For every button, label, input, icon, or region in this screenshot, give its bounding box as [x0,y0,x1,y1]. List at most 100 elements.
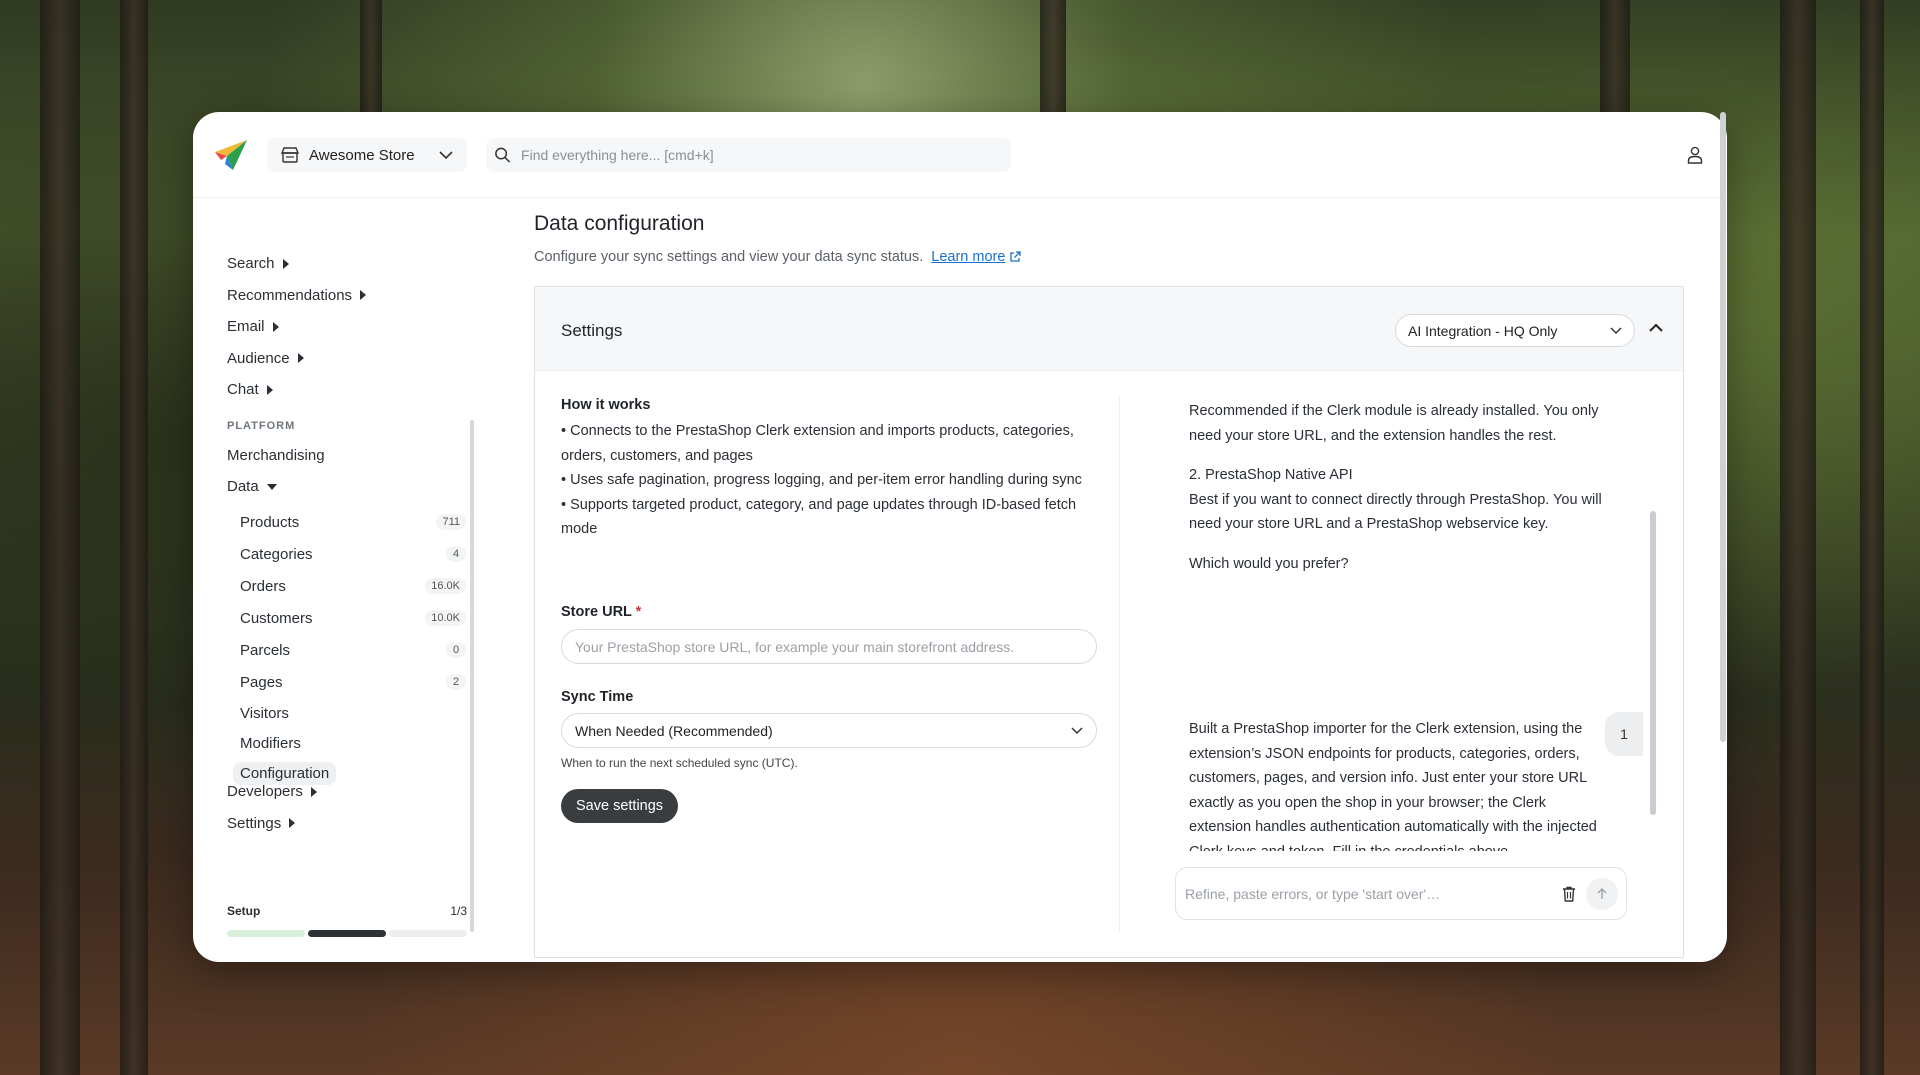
background-tree [1040,0,1066,112]
background-tree [1860,0,1884,1075]
integration-select[interactable]: AI Integration - HQ Only [1395,314,1635,347]
message-paragraph: 2. PrestaShop Native API [1189,467,1353,483]
settings-card-title: Settings [561,321,623,340]
sidebar-item-recommendations[interactable]: Recommendations [227,280,367,312]
count-badge: 10.0K [425,610,466,626]
sidebar-scrollbar[interactable] [470,420,474,932]
how-it-works-list: • Connects to the PrestaShop Clerk exten… [561,419,1097,542]
sidebar-item-label: Chat [227,381,259,399]
setup-progress[interactable]: Setup 1/3 [227,904,467,937]
count-badge: 4 [446,546,466,562]
chevron-down-icon [439,150,453,159]
chevron-down-icon [1610,326,1622,334]
sync-time-select[interactable]: When Needed (Recommended) [561,713,1097,748]
sidebar-item-label: Search [227,255,275,273]
setup-progress-bar [227,930,467,937]
caret-right-icon [310,786,317,797]
sidebar-item-modifiers[interactable]: Modifiers [236,728,466,758]
arrow-up-icon [1597,887,1607,899]
sidebar-nav-top: Search Recommendations Email Audience Ch… [227,248,367,406]
progress-segment [308,930,386,937]
store-icon [281,147,299,163]
caret-right-icon [266,384,273,395]
sidebar-item-label: Audience [227,349,290,367]
window-scrollbar[interactable] [1720,112,1726,742]
store-name: Awesome Store [309,146,415,164]
sidebar-nav-bottom: Developers Settings [227,776,317,839]
sidebar-item-categories[interactable]: Categories 4 [236,538,466,570]
global-search[interactable] [486,138,1011,172]
required-marker: * [635,604,642,620]
store-selector[interactable]: Awesome Store [267,138,467,172]
background-tree [1780,0,1816,1075]
chat-scrollbar[interactable] [1650,511,1656,815]
message-paragraph: Which would you prefer? [1189,555,1349,572]
caret-down-icon [266,483,277,490]
data-submenu: Products 711 Categories 4 Orders 16.0K Cust… [233,506,466,788]
sidebar-item-label: Merchandising [227,447,325,465]
sidebar-item-data[interactable]: Data [227,471,277,503]
send-button[interactable] [1586,877,1618,910]
save-settings-button[interactable]: Save settings [561,789,679,823]
search-input[interactable] [521,147,1003,163]
assistant-message: Recommended if the Clerk module is alrea… [1189,399,1609,576]
caret-right-icon [297,353,304,364]
how-it-works-title: How it works [561,397,651,413]
progress-segment [389,930,467,937]
caret-right-icon [289,818,296,829]
count-badge: 711 [436,514,466,530]
setup-label: Setup [227,904,261,918]
app-logo-icon[interactable] [213,138,249,172]
sidebar-item-visitors[interactable]: Visitors [236,698,466,728]
settings-card-header: Settings AI Integration - HQ Only [535,287,1683,371]
user-message-bubble: 1 [1605,712,1643,756]
external-link-icon [1010,251,1022,262]
sidebar-section-label: PLATFORM [227,420,296,432]
store-url-input[interactable] [561,629,1097,664]
sidebar-item-merchandising[interactable]: Merchandising [227,440,325,472]
chevron-down-icon [1071,726,1083,734]
sidebar-item-email[interactable]: Email [227,311,366,343]
message-paragraph: Best if you want to connect directly thr… [1189,491,1602,533]
settings-card: Settings AI Integration - HQ Only How it… [534,286,1684,958]
learn-more-link[interactable]: Learn more [931,249,1022,265]
progress-segment [227,930,305,937]
store-url-label: Store URL * [561,604,642,620]
count-badge: 2 [446,674,466,690]
chevron-up-icon[interactable] [1649,323,1663,333]
caret-right-icon [272,321,279,332]
settings-form: How it works • Connects to the PrestaSho… [561,397,1097,823]
chat-composer [1175,867,1627,920]
ai-chat-thread: Recommended if the Clerk module is alrea… [1189,371,1609,851]
sidebar-item-audience[interactable]: Audience [227,343,366,375]
subtitle-text: Configure your sync settings and view yo… [534,249,924,265]
list-item: • Uses safe pagination, progress logging… [561,472,1082,488]
sidebar-item-search[interactable]: Search [227,248,366,280]
list-item: • Supports targeted product, category, a… [561,496,1077,538]
sidebar-item-developers[interactable]: Developers [227,776,317,808]
sidebar: Search Recommendations Email Audience Ch… [193,198,483,962]
sidebar-item-orders[interactable]: Orders 16.0K [236,570,466,602]
sidebar-item-label: Recommendations [227,286,353,304]
assistant-message: Built a PrestaShop importer for the Cler… [1189,721,1597,851]
sidebar-item-pages[interactable]: Pages 2 [236,666,466,698]
app-window: Awesome Store Search Recommendations Ema… [193,112,1727,962]
sidebar-item-products[interactable]: Products 711 [236,506,466,538]
background-tree [40,0,80,1075]
trash-icon[interactable] [1562,886,1576,902]
panel-divider [1119,397,1120,932]
count-badge: 16.0K [425,578,466,594]
sidebar-item-label: Developers [227,783,303,801]
sidebar-item-parcels[interactable]: Parcels 0 [236,634,466,666]
sidebar-item-chat[interactable]: Chat [227,374,366,406]
message-paragraph: Recommended if the Clerk module is alrea… [1189,403,1599,444]
count-badge: 0 [446,642,466,658]
sidebar-item-settings[interactable]: Settings [227,808,317,840]
user-account-icon[interactable] [1687,146,1703,164]
caret-right-icon [360,290,367,301]
chat-input[interactable] [1185,885,1552,902]
page-subtitle: Configure your sync settings and view yo… [534,249,1022,265]
sidebar-item-customers[interactable]: Customers 10.0K [236,602,466,634]
page-title: Data configuration [534,212,705,235]
setup-count: 1/3 [450,904,467,918]
